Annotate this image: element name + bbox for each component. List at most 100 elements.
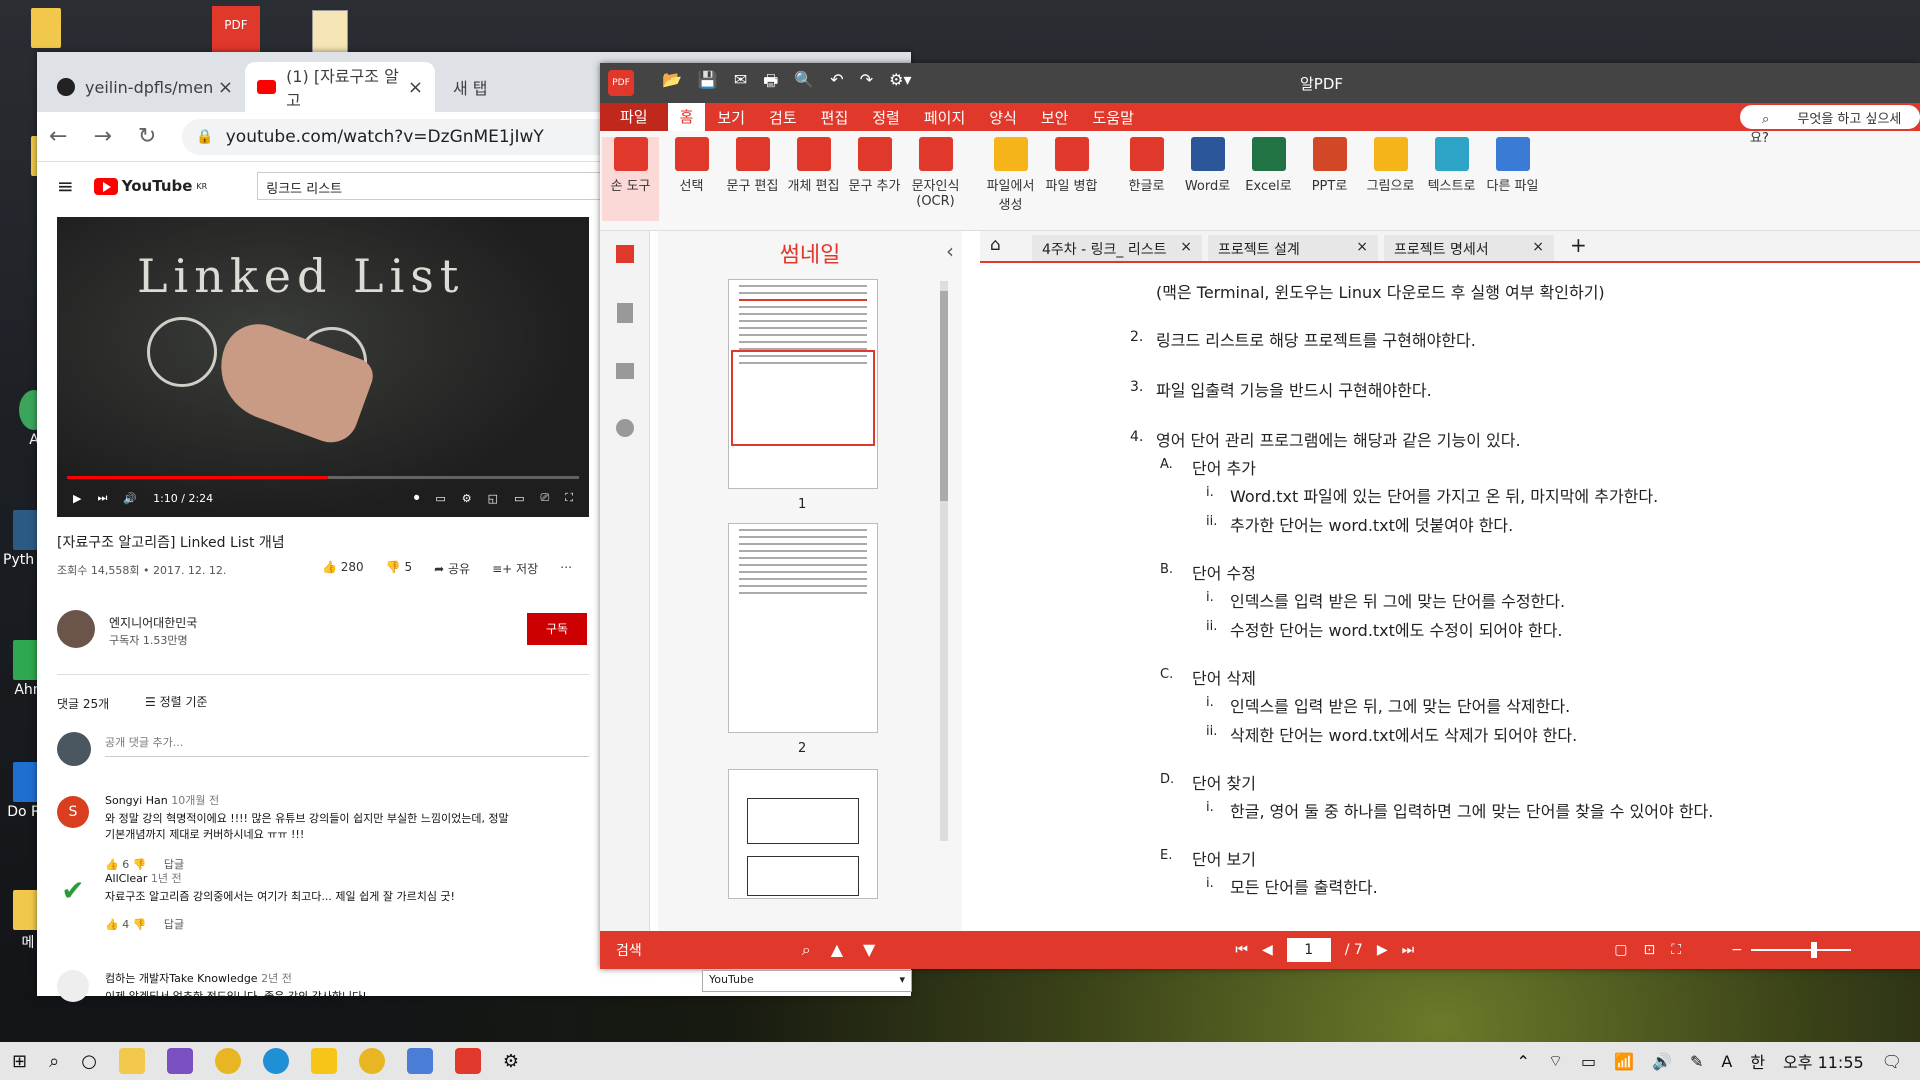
single-page-icon[interactable]: ▢ xyxy=(1614,942,1627,958)
ime-indicator[interactable]: 한 xyxy=(1750,1049,1765,1073)
visual-studio-icon[interactable] xyxy=(166,1048,193,1074)
save-button[interactable]: ≡+ 저장 xyxy=(492,560,538,577)
ribbon-button-12[interactable]: 그림으로 xyxy=(1362,137,1419,194)
menu-arrange[interactable]: 정렬 xyxy=(860,107,912,128)
page-thumbnail-1[interactable] xyxy=(728,279,878,489)
ribbon-button-4[interactable]: 문구 추가 xyxy=(846,137,903,194)
fit-width-icon[interactable]: ⛶ xyxy=(1671,942,1681,958)
menu-form[interactable]: 양식 xyxy=(977,107,1029,128)
language-indicator[interactable]: A xyxy=(1721,1052,1732,1071)
ribbon-button-3[interactable]: 개체 편집 xyxy=(785,137,842,194)
thumbnail-scrollbar[interactable] xyxy=(940,281,948,841)
ribbon-button-0[interactable]: 손 도구 xyxy=(602,137,659,221)
settings-icon[interactable]: ⚙ xyxy=(503,1051,519,1072)
prev-page-icon[interactable]: ◀ xyxy=(1262,942,1273,958)
back-icon[interactable]: ← xyxy=(49,124,67,149)
pdf-file-icon[interactable]: PDF xyxy=(212,6,260,52)
file-explorer-icon[interactable] xyxy=(118,1048,145,1074)
menu-security[interactable]: 보안 xyxy=(1029,107,1081,128)
open-icon[interactable]: 📂 xyxy=(662,70,682,97)
pen-icon[interactable]: ✎ xyxy=(1690,1052,1703,1071)
battery-icon[interactable]: ▭ xyxy=(1581,1052,1596,1071)
next-icon[interactable]: ⏭ xyxy=(97,491,107,505)
ribbon-button-6[interactable]: 파일에서 생성 xyxy=(982,137,1039,213)
ribbon-button-1[interactable]: 선택 xyxy=(663,137,720,194)
ribbon-button-9[interactable]: Word로 xyxy=(1179,137,1236,194)
menu-page[interactable]: 페이지 xyxy=(912,107,977,128)
close-icon[interactable]: × xyxy=(1180,239,1192,255)
sort-button[interactable]: ☰ 정렬 기준 xyxy=(145,693,208,710)
toolbar-select[interactable]: YouTube ▾ xyxy=(702,970,912,992)
comment-author[interactable]: Songyi Han xyxy=(105,794,168,807)
ribbon-button-14[interactable]: 다른 파일 xyxy=(1484,137,1541,194)
prev-result-icon[interactable]: ▲ xyxy=(831,940,843,960)
toc-label[interactable]: 목록 xyxy=(656,973,678,990)
page-thumbnail-2[interactable] xyxy=(728,523,878,733)
home-icon[interactable]: ⌂ xyxy=(990,235,1001,255)
next-result-icon[interactable]: ▼ xyxy=(863,940,875,960)
menu-view[interactable]: 보기 xyxy=(705,107,757,128)
volume-icon[interactable]: 🔊 xyxy=(1652,1052,1672,1071)
like-button[interactable]: 👍 280 xyxy=(322,560,364,577)
forward-icon[interactable]: → xyxy=(93,124,111,149)
kakaotalk-icon[interactable] xyxy=(310,1048,337,1074)
next-page-icon[interactable]: ▶ xyxy=(1377,942,1388,958)
comment-author[interactable]: AllClear xyxy=(105,872,147,885)
subtitles-icon[interactable]: ▭ xyxy=(435,492,445,505)
menu-help[interactable]: 도움말 xyxy=(1080,107,1145,128)
channel-avatar[interactable] xyxy=(57,610,95,648)
collapse-panel-icon[interactable]: ‹ xyxy=(946,239,954,263)
more-icon[interactable]: ⋯ xyxy=(560,560,572,577)
task-view-icon[interactable]: ○ xyxy=(81,1051,97,1072)
ribbon-button-7[interactable]: 파일 병합 xyxy=(1043,137,1100,194)
menu-edit[interactable]: 편집 xyxy=(809,107,861,128)
zoom-slider[interactable] xyxy=(1750,942,1851,958)
fullscreen-icon[interactable]: ⛶ xyxy=(565,491,573,505)
menu-file[interactable]: 파일 xyxy=(600,103,668,131)
tab-youtube[interactable]: (1) [자료구조 알고 × xyxy=(245,62,435,112)
close-icon[interactable]: × xyxy=(1532,239,1544,255)
settings-icon[interactable]: ⚙ xyxy=(462,492,472,505)
redo-icon[interactable]: ↷ xyxy=(860,70,873,97)
search-icon[interactable]: ⌕ xyxy=(49,1051,59,1072)
undo-icon[interactable]: ↶ xyxy=(830,70,843,97)
print-icon[interactable]: 🖶 xyxy=(763,70,778,97)
customize-icon[interactable]: ⚙▾ xyxy=(889,70,911,97)
menu-review[interactable]: 검토 xyxy=(757,107,809,128)
tab-new[interactable]: 새 탭 xyxy=(441,62,561,112)
reload-icon[interactable]: ↻ xyxy=(138,124,156,149)
close-icon[interactable]: × xyxy=(408,77,423,98)
help-search-input[interactable]: ⌕ 무엇을 하고 싶으세요? xyxy=(1740,105,1920,146)
chevron-up-icon[interactable]: ⌃ xyxy=(1517,1052,1530,1071)
zoom-out-icon[interactable]: − xyxy=(1731,942,1743,958)
play-icon[interactable]: ▶ xyxy=(73,492,81,505)
ribbon-button-5[interactable]: 문자인식 (OCR) xyxy=(907,137,964,209)
ribbon-button-8[interactable]: 한글로 xyxy=(1118,137,1175,194)
thumbnail-panel-icon[interactable] xyxy=(615,245,634,263)
comment-input[interactable]: 공개 댓글 추가... xyxy=(105,734,589,757)
save-icon[interactable]: 💾 xyxy=(698,70,718,97)
doc-tab-1[interactable]: 4주차 - 링크_ 리스트 × xyxy=(1032,235,1202,261)
youtube-logo[interactable]: YouTube KR xyxy=(93,177,207,195)
alpdf-taskbar-icon[interactable] xyxy=(454,1048,481,1074)
network-icon[interactable]: ⌔ xyxy=(1548,1051,1563,1071)
theater-icon[interactable]: ▭ xyxy=(514,492,524,505)
comment-icon[interactable] xyxy=(615,363,634,379)
ribbon-button-10[interactable]: Excel로 xyxy=(1240,137,1297,194)
viewport-indicator[interactable] xyxy=(731,350,875,446)
volume-icon[interactable]: 🔊 xyxy=(123,492,137,505)
thumbs-up-icon[interactable]: 👍 xyxy=(105,918,119,931)
chrome-icon[interactable] xyxy=(214,1048,241,1074)
dislike-button[interactable]: 👎 5 xyxy=(386,560,412,577)
notepad-icon[interactable] xyxy=(406,1048,433,1074)
thumbs-down-icon[interactable]: 👎 xyxy=(133,918,147,931)
page-input[interactable]: 1 xyxy=(1286,938,1331,962)
autoplay-toggle-icon[interactable]: ⏺ xyxy=(414,491,420,505)
tab-github[interactable]: yeilin-dpfls/men × xyxy=(45,62,245,112)
last-page-icon[interactable]: ⏭ xyxy=(1402,942,1415,958)
search-icon[interactable]: ⌕ xyxy=(802,940,811,960)
chrome-icon-2[interactable] xyxy=(358,1048,385,1074)
mail-icon[interactable]: ✉ xyxy=(734,70,747,97)
doc-tab-2[interactable]: 프로젝트 설계 × xyxy=(1208,235,1378,261)
clock[interactable]: 오후 11:55 xyxy=(1783,1049,1864,1073)
